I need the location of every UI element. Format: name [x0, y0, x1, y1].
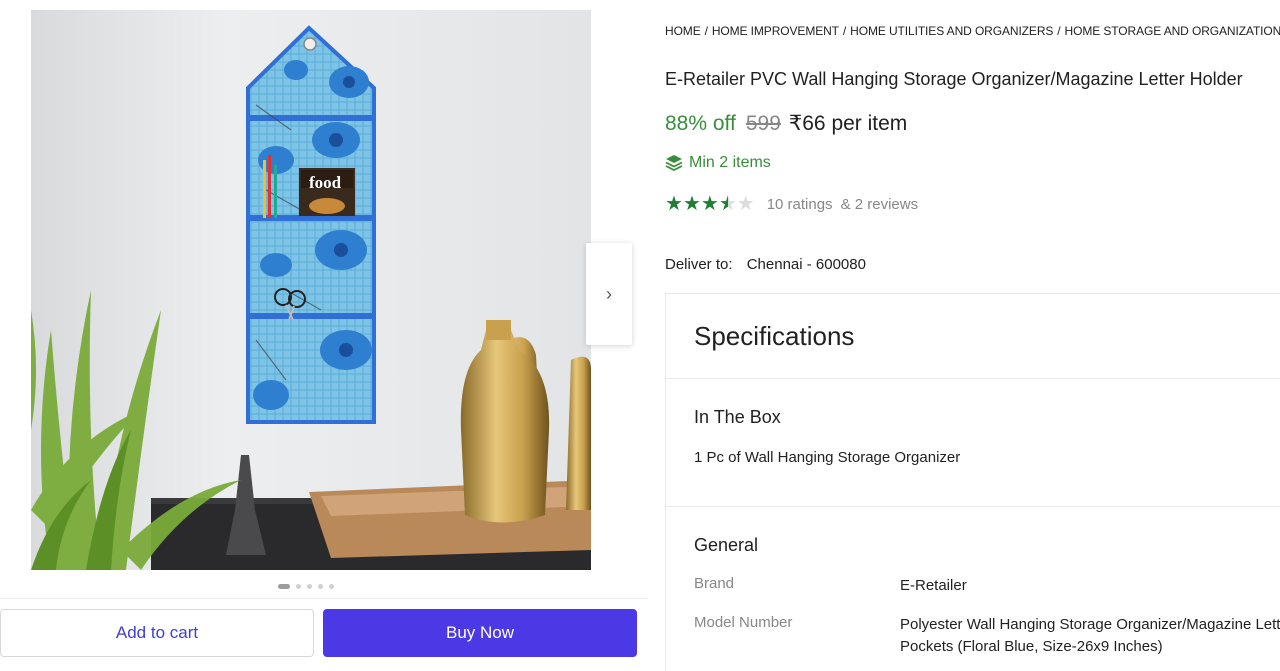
empty-star-icon: ★ — [736, 193, 755, 215]
pagination-dot[interactable] — [296, 584, 301, 589]
star-icon: ★ — [700, 193, 719, 215]
image-pagination-dots — [278, 584, 334, 589]
spec-value-model-number: Polyester Wall Hanging Storage Organizer… — [900, 616, 1280, 633]
ratings-count: 10 ratings — [766, 195, 833, 213]
product-image[interactable]: food — [31, 10, 591, 570]
star-rating: ★★★★★ — [665, 194, 755, 214]
specifications-panel: Specifications In The Box 1 Pc of Wall H… — [665, 293, 1280, 671]
spec-value-model-number-line2: Pockets (Floral Blue, Size-26x9 Inches) — [900, 638, 1163, 655]
magazine-label: food — [309, 173, 342, 192]
buy-now-button[interactable]: Buy Now — [323, 609, 637, 657]
original-price: 599 — [745, 112, 781, 135]
product-info-panel: HOME / HOME IMPROVEMENT / HOME UTILITIES AND… — [665, 0, 1280, 671]
delivery-location[interactable]: Deliver to: Chennai - 600080 — [665, 256, 866, 273]
breadcrumb-item[interactable]: HOME STORAGE AND ORGANIZATION — [1065, 24, 1280, 38]
action-bar: Add to cart Buy Now — [0, 598, 648, 671]
price-row: 88% off 599 ₹66 per item — [665, 111, 907, 136]
divider — [666, 378, 1280, 379]
divider — [666, 506, 1280, 507]
discount-label: 88% off — [665, 112, 736, 135]
breadcrumb-item[interactable]: HOME UTILITIES AND ORGANIZERS — [850, 24, 1053, 38]
star-icon: ★ — [665, 193, 683, 215]
selling-price: ₹66 per item — [788, 112, 908, 135]
min-quantity-text: Min 2 items — [689, 154, 771, 171]
add-to-cart-button[interactable]: Add to cart — [0, 609, 314, 657]
breadcrumb: HOME / HOME IMPROVEMENT / HOME UTILITIES AND… — [665, 24, 1280, 38]
delivery-pincode[interactable]: Chennai - 600080 — [747, 256, 866, 273]
rating-row[interactable]: ★★★★★ 10 ratings & 2 reviews — [665, 194, 918, 214]
spec-key-model-number: Model Number — [694, 614, 793, 631]
pagination-dot[interactable] — [278, 584, 290, 589]
chevron-right-icon: › — [606, 283, 612, 304]
pagination-dot[interactable] — [307, 584, 312, 589]
min-quantity: Min 2 items — [665, 154, 771, 172]
breadcrumb-item[interactable]: HOME — [665, 24, 701, 38]
layers-icon — [665, 155, 683, 172]
pagination-dot[interactable] — [329, 584, 334, 589]
deliver-label: Deliver to: — [665, 256, 733, 273]
reviews-count: & 2 reviews — [840, 195, 919, 213]
specifications-title: Specifications — [694, 321, 855, 351]
in-the-box-text: 1 Pc of Wall Hanging Storage Organizer — [694, 449, 961, 466]
in-the-box-heading: In The Box — [694, 407, 781, 427]
star-icon: ★ — [682, 193, 701, 215]
pagination-dot[interactable] — [318, 584, 323, 589]
next-image-button[interactable]: › — [586, 243, 632, 345]
breadcrumb-item[interactable]: HOME IMPROVEMENT — [712, 24, 839, 38]
general-heading: General — [694, 535, 759, 555]
half-star-icon: ★ — [718, 193, 737, 215]
spec-value-brand: E-Retailer — [900, 577, 967, 594]
spec-key-brand: Brand — [694, 575, 735, 592]
product-title: E-Retailer PVC Wall Hanging Storage Orga… — [665, 69, 1243, 89]
